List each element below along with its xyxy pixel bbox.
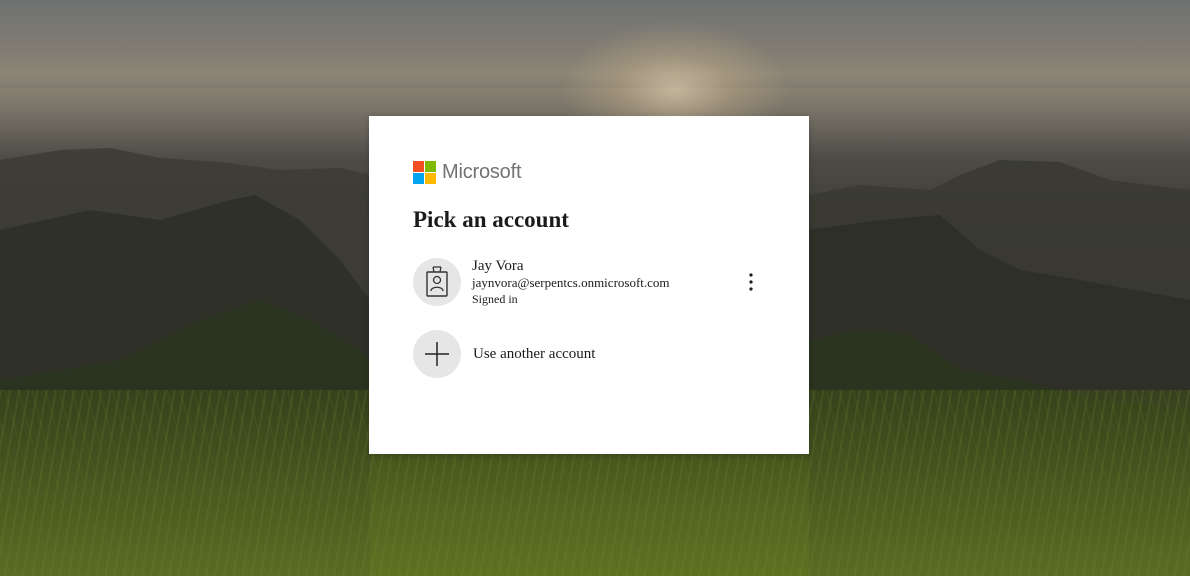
page-title: Pick an account — [413, 207, 569, 232]
account-name: Jay Vora — [472, 257, 524, 274]
account-status: Signed in — [472, 291, 518, 306]
use-another-account-label: Use another account — [473, 345, 596, 362]
account-details: Jay Vora jaynvora@serpentcs.onmicrosoft.… — [472, 257, 670, 308]
logo-square-blue — [413, 172, 424, 184]
account-tile-jay-vora[interactable]: Jay Vora jaynvora@serpentcs.onmicrosoft.… — [413, 256, 765, 308]
microsoft-logo: Microsoft — [413, 160, 765, 184]
more-options-button[interactable] — [737, 268, 765, 296]
logo-square-red — [413, 160, 424, 172]
account-email: jaynvora@serpentcs.onmicrosoft.com — [472, 274, 670, 290]
account-avatar — [413, 258, 461, 306]
logo-square-green — [425, 160, 436, 172]
more-options-icon — [749, 273, 753, 291]
use-another-account-button[interactable]: Use another account — [413, 330, 595, 378]
plus-avatar — [413, 330, 461, 378]
microsoft-logo-icon — [413, 160, 436, 184]
logo-square-yellow — [425, 172, 436, 184]
sign-in-card: Microsoft Pick an account Jay Vora jaynv… — [369, 116, 809, 454]
microsoft-logo-text: Microsoft — [442, 160, 522, 183]
plus-icon — [425, 342, 449, 366]
badge-person-icon — [426, 266, 448, 297]
